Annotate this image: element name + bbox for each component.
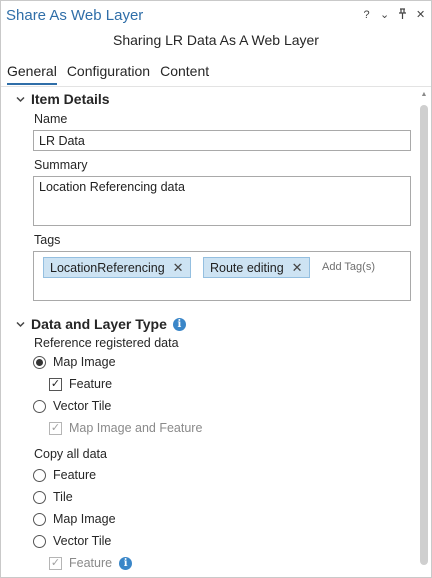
checkbox-vector-tile-feature: ✓ Feature i bbox=[49, 556, 133, 570]
tab-bar: General Configuration Content bbox=[7, 63, 209, 85]
tag-label: Route editing bbox=[210, 260, 284, 275]
tags-label: Tags bbox=[34, 233, 61, 247]
checkbox-checked[interactable]: ✓ bbox=[49, 377, 62, 391]
radio-map-image-copy[interactable]: Map Image bbox=[33, 512, 116, 526]
scroll-up-arrow-icon[interactable]: ▲ bbox=[420, 91, 428, 99]
item-details-header[interactable]: Item Details bbox=[16, 91, 110, 107]
tab-general[interactable]: General bbox=[7, 63, 57, 85]
radio-button[interactable] bbox=[33, 399, 46, 413]
checkbox-label: Map Image and Feature bbox=[69, 421, 203, 435]
checkbox-feature-reference[interactable]: ✓ Feature bbox=[49, 377, 112, 391]
tab-divider bbox=[1, 86, 431, 87]
help-icon[interactable]: ? bbox=[362, 9, 371, 21]
chevron-down-icon bbox=[16, 321, 25, 327]
radio-label: Vector Tile bbox=[53, 534, 112, 548]
checkbox-map-image-and-feature: ✓ Map Image and Feature bbox=[49, 421, 202, 435]
share-web-layer-pane: Share As Web Layer ? ⌄ ✕ Sharing LR Data… bbox=[0, 0, 432, 578]
radio-label: Map Image bbox=[53, 512, 116, 526]
vertical-scrollbar[interactable]: ▲ bbox=[420, 91, 428, 576]
summary-field[interactable]: Location Referencing data bbox=[33, 176, 411, 226]
radio-button-selected[interactable] bbox=[33, 355, 46, 369]
tag-label: LocationReferencing bbox=[50, 260, 165, 275]
radio-label: Map Image bbox=[53, 355, 116, 369]
name-label: Name bbox=[34, 112, 68, 126]
radio-label: Tile bbox=[53, 490, 73, 504]
chevron-down-icon bbox=[16, 96, 25, 102]
radio-label: Feature bbox=[53, 468, 97, 482]
radio-map-image-reference[interactable]: Map Image bbox=[33, 355, 116, 369]
radio-feature-copy[interactable]: Feature bbox=[33, 468, 96, 482]
radio-label: Vector Tile bbox=[53, 399, 112, 413]
radio-button[interactable] bbox=[33, 512, 46, 526]
checkbox-checked-disabled: ✓ bbox=[49, 556, 62, 570]
data-layer-type-header[interactable]: Data and Layer Type i bbox=[16, 316, 186, 332]
pane-title: Share As Web Layer bbox=[6, 7, 144, 24]
tab-content[interactable]: Content bbox=[160, 63, 209, 85]
pane-titlebar: Share As Web Layer ? ⌄ ✕ bbox=[1, 1, 431, 31]
info-icon[interactable]: i bbox=[172, 317, 186, 331]
chevron-down-icon[interactable]: ⌄ bbox=[380, 9, 389, 21]
tags-field[interactable]: LocationReferencing ✕ Route editing ✕ Ad… bbox=[33, 251, 411, 301]
radio-button[interactable] bbox=[33, 534, 46, 548]
checkbox-label: Feature bbox=[69, 377, 113, 391]
summary-label: Summary bbox=[34, 158, 88, 172]
data-layer-type-heading: Data and Layer Type bbox=[31, 316, 167, 332]
radio-vector-tile-copy[interactable]: Vector Tile bbox=[33, 534, 111, 548]
radio-button[interactable] bbox=[33, 468, 46, 482]
pane-subtitle: Sharing LR Data As A Web Layer bbox=[113, 32, 319, 48]
name-field[interactable]: LR Data bbox=[33, 130, 411, 151]
remove-tag-icon[interactable]: ✕ bbox=[292, 261, 303, 274]
radio-vector-tile-reference[interactable]: Vector Tile bbox=[33, 399, 111, 413]
radio-button[interactable] bbox=[33, 490, 46, 504]
checkbox-label: Feature bbox=[69, 556, 113, 570]
add-tag-input[interactable]: Add Tag(s) bbox=[322, 261, 375, 273]
scroll-thumb[interactable] bbox=[420, 105, 428, 565]
copy-all-data-label: Copy all data bbox=[34, 447, 107, 461]
tab-configuration[interactable]: Configuration bbox=[67, 63, 150, 85]
tag-chip: Route editing ✕ bbox=[203, 257, 310, 278]
tag-chip: LocationReferencing ✕ bbox=[43, 257, 191, 278]
checkbox-checked-disabled: ✓ bbox=[49, 421, 62, 435]
close-icon[interactable]: ✕ bbox=[416, 9, 425, 21]
info-icon[interactable]: i bbox=[119, 556, 133, 570]
remove-tag-icon[interactable]: ✕ bbox=[173, 261, 184, 274]
window-controls: ? ⌄ ✕ bbox=[362, 8, 425, 22]
item-details-heading: Item Details bbox=[31, 91, 110, 107]
radio-tile-copy[interactable]: Tile bbox=[33, 490, 73, 504]
reference-registered-label: Reference registered data bbox=[34, 336, 179, 350]
pin-icon[interactable] bbox=[398, 8, 407, 22]
